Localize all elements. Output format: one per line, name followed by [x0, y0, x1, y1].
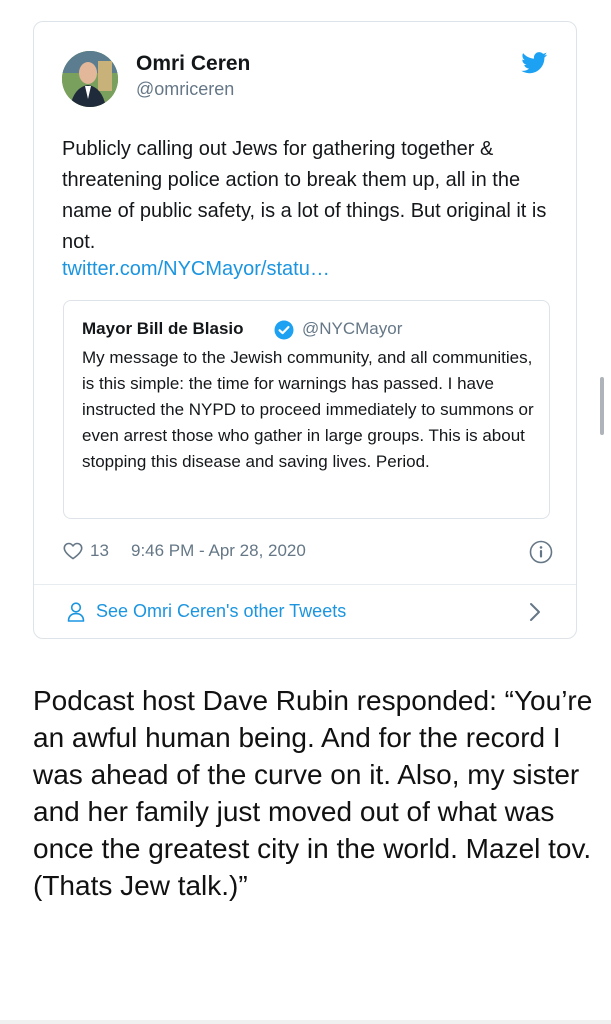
heart-icon[interactable] [63, 542, 83, 560]
bottom-divider [0, 1020, 611, 1024]
article-paragraph: Podcast host Dave Rubin responded: “You’… [33, 685, 593, 901]
tweet-author-handle[interactable]: @omriceren [136, 79, 234, 100]
quoted-author-name: Mayor Bill de Blasio [82, 319, 244, 338]
verified-badge-icon [274, 320, 294, 340]
scrollbar[interactable] [600, 377, 604, 435]
see-other-tweets-label[interactable]: See Omri Ceren's other Tweets [96, 601, 346, 622]
chevron-right-icon[interactable] [529, 602, 541, 622]
tweet-link[interactable]: twitter.com/NYCMayor/statu… [62, 258, 330, 281]
tweet-meta-row: 13 9:46 PM - Apr 28, 2020 [63, 540, 553, 564]
tweet-timestamp[interactable]: 9:46 PM - Apr 28, 2020 [131, 541, 306, 561]
quoted-author-handle: @NYCMayor [302, 319, 403, 338]
quoted-tweet[interactable]: Mayor Bill de Blasio @NYCMayor My messag… [63, 300, 550, 519]
tweet-author-name[interactable]: Omri Ceren [136, 52, 250, 76]
tweet-text: Publicly calling out Jews for gathering … [62, 138, 547, 253]
person-icon [67, 602, 85, 622]
info-icon[interactable] [529, 540, 553, 564]
avatar[interactable] [62, 51, 118, 107]
embedded-tweet-card: Omri Ceren @omriceren Publicly calling o… [33, 21, 577, 639]
see-other-tweets-link[interactable]: See Omri Ceren's other Tweets [34, 585, 576, 639]
like-count[interactable]: 13 [90, 541, 109, 561]
quoted-tweet-text: My message to the Jewish community, and … [82, 348, 534, 471]
twitter-bird-icon[interactable] [521, 52, 548, 74]
